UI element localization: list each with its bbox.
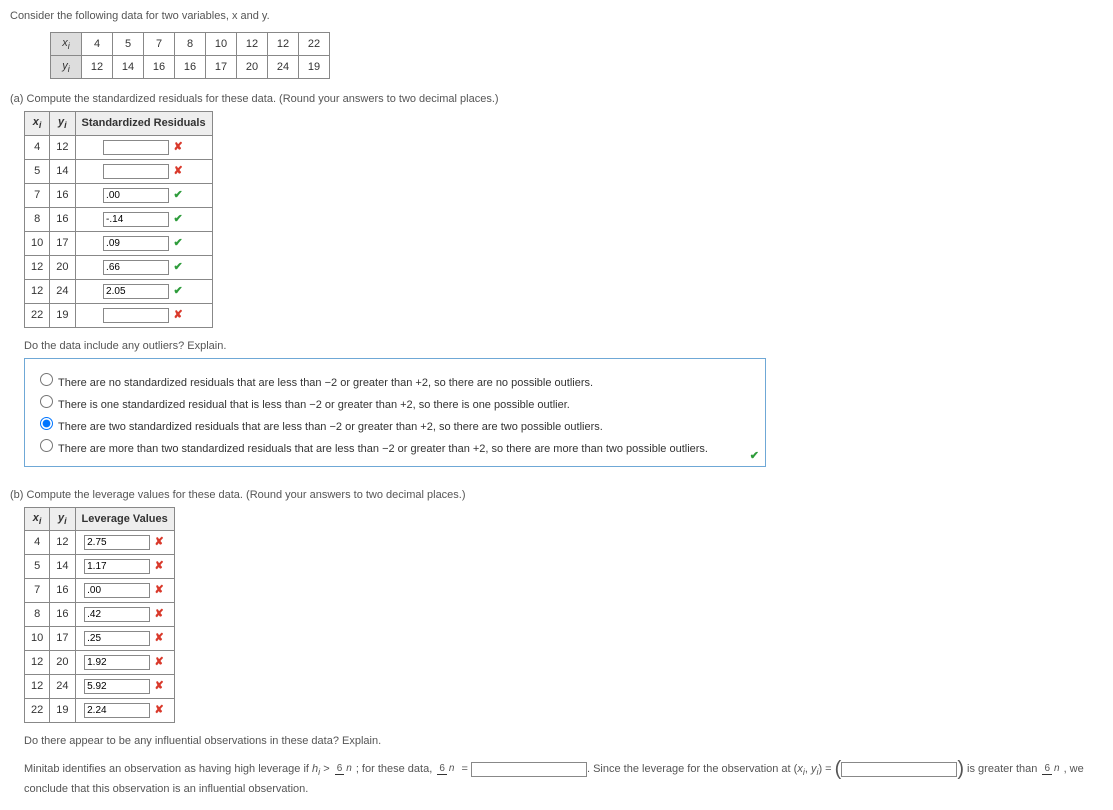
table-row: 1224✔ — [25, 279, 213, 303]
table-row: 1220✔ — [25, 255, 213, 279]
cross-icon: ✘ — [153, 559, 165, 572]
mc-option-label: There are no standardized residuals that… — [58, 377, 593, 389]
residual-input[interactable] — [103, 236, 169, 251]
leverage-input[interactable] — [84, 703, 150, 718]
mc-option-label: There are more than two standardized res… — [58, 443, 708, 455]
table-row: yi 12 14 16 16 17 20 24 19 — [51, 56, 330, 79]
residuals-table: xi yi Standardized Residuals 412✘ 514✘ 7… — [24, 111, 213, 327]
table-row: 1224✘ — [25, 674, 175, 698]
part-a-subquestion: Do the data include any outliers? Explai… — [24, 340, 1103, 352]
cross-icon: ✘ — [153, 703, 165, 716]
table-row: 716✔ — [25, 183, 213, 207]
table-row: 1017✔ — [25, 231, 213, 255]
table-row: 514✘ — [25, 159, 213, 183]
leverage-input[interactable] — [84, 631, 150, 646]
table-row: 816✔ — [25, 207, 213, 231]
table-row: 2219✘ — [25, 303, 213, 327]
leverage-input[interactable] — [84, 679, 150, 694]
residual-input[interactable] — [103, 140, 169, 155]
table-row: 816✘ — [25, 602, 175, 626]
table-row: 1017✘ — [25, 626, 175, 650]
cross-icon: ✘ — [153, 535, 165, 548]
influential-sentence: Minitab identifies an observation as hav… — [24, 759, 1103, 800]
table-row: 412✘ — [25, 135, 213, 159]
leverage-input[interactable] — [84, 607, 150, 622]
residual-input[interactable] — [103, 164, 169, 179]
leverage-input[interactable] — [84, 583, 150, 598]
col-residuals: Standardized Residuals — [75, 112, 212, 135]
residual-input[interactable] — [103, 284, 169, 299]
check-icon: ✔ — [172, 260, 184, 273]
mc-radio-0[interactable] — [40, 373, 53, 386]
check-icon: ✔ — [172, 284, 184, 297]
table-row: 716✘ — [25, 578, 175, 602]
leverage-input[interactable] — [84, 655, 150, 670]
part-b-label: (b) Compute the leverage values for thes… — [10, 489, 1103, 501]
leverage-table: xi yi Leverage Values 412✘ 514✘ 716✘ 816… — [24, 507, 175, 723]
residual-input[interactable] — [103, 260, 169, 275]
check-icon: ✔ — [172, 212, 184, 225]
leverage-input[interactable] — [84, 535, 150, 550]
residual-input[interactable] — [103, 308, 169, 323]
leverage-input[interactable] — [84, 559, 150, 574]
six-over-n-input[interactable] — [471, 762, 587, 777]
mc-option-label: There are two standardized residuals tha… — [58, 421, 603, 433]
cross-icon: ✘ — [153, 607, 165, 620]
check-icon: ✔ — [172, 188, 184, 201]
col-xi: xi — [25, 112, 50, 135]
cross-icon: ✘ — [172, 140, 184, 153]
xy-data-table: xi 4 5 7 8 10 12 12 22 yi 12 14 16 16 17… — [50, 32, 330, 79]
row-label: xi — [51, 33, 82, 56]
cross-icon: ✘ — [153, 631, 165, 644]
cross-icon: ✘ — [172, 308, 184, 321]
part-a-label: (a) Compute the standardized residuals f… — [10, 93, 1103, 105]
col-yi: yi — [50, 507, 75, 530]
table-row: 2219✘ — [25, 698, 175, 722]
cross-icon: ✘ — [153, 679, 165, 692]
row-label: yi — [51, 56, 82, 79]
part-b-subquestion: Do there appear to be any influential ob… — [24, 735, 1103, 747]
mc-radio-2[interactable] — [40, 417, 53, 430]
check-icon: ✔ — [172, 236, 184, 249]
cross-icon: ✘ — [153, 655, 165, 668]
cross-icon: ✘ — [172, 164, 184, 177]
residual-input[interactable] — [103, 212, 169, 227]
mc-box: There are no standardized residuals that… — [24, 358, 766, 467]
residual-input[interactable] — [103, 188, 169, 203]
table-row: 412✘ — [25, 530, 175, 554]
col-leverage: Leverage Values — [75, 507, 174, 530]
mc-radio-3[interactable] — [40, 439, 53, 452]
col-xi: xi — [25, 507, 50, 530]
mc-radio-1[interactable] — [40, 395, 53, 408]
table-row: xi 4 5 7 8 10 12 12 22 — [51, 33, 330, 56]
observation-input[interactable] — [841, 762, 957, 777]
check-icon: ✔ — [750, 449, 759, 462]
cross-icon: ✘ — [153, 583, 165, 596]
mc-option-label: There is one standardized residual that … — [58, 399, 570, 411]
col-yi: yi — [50, 112, 75, 135]
intro-text: Consider the following data for two vari… — [10, 10, 1103, 22]
table-row: 1220✘ — [25, 650, 175, 674]
table-row: 514✘ — [25, 554, 175, 578]
